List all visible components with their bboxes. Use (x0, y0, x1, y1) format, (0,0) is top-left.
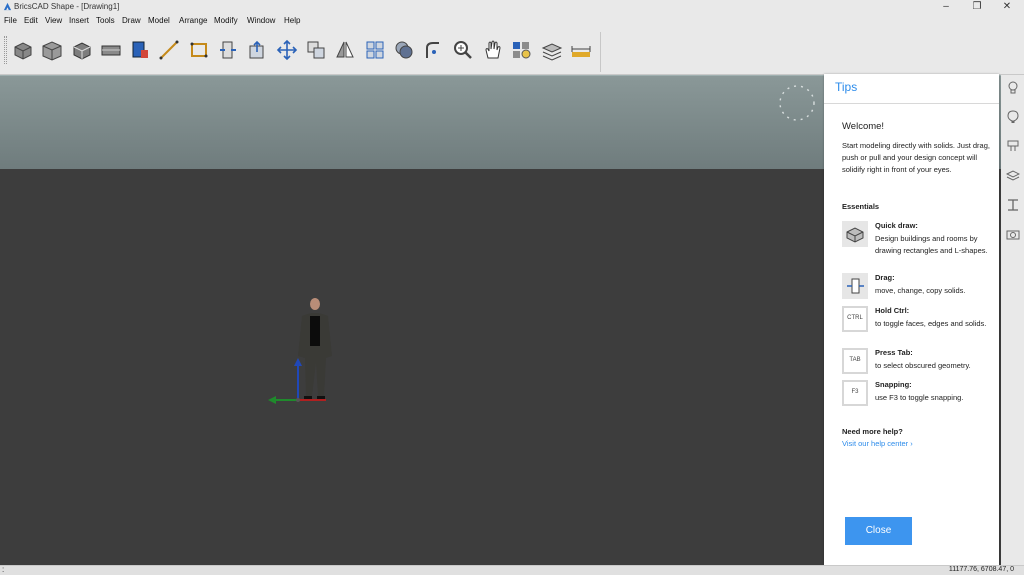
lightbulb-icon[interactable] (1006, 81, 1020, 95)
menu-window[interactable]: Window (247, 16, 275, 25)
tip-snapping: F3 Snapping: use F3 to toggle snapping. (842, 380, 992, 408)
menu-file[interactable]: File (4, 16, 17, 25)
layers-icon[interactable] (540, 38, 564, 62)
menu-edit[interactable]: Edit (24, 16, 38, 25)
drag-icon (842, 273, 868, 299)
tip-description: move, change, copy solids. (875, 286, 966, 295)
right-panel-bar (1001, 75, 1024, 565)
tips-panel: Tips Welcome! Start modeling directly wi… (824, 74, 999, 565)
quick-draw-icon (842, 221, 868, 247)
quick-draw-icon[interactable] (40, 38, 64, 62)
main-toolbar (0, 28, 1024, 75)
welcome-heading: Welcome! (842, 121, 885, 132)
tip-quick-draw: Quick draw: Design buildings and rooms b… (842, 221, 992, 267)
tip-heading: Press Tab: (875, 348, 913, 357)
divider (824, 103, 999, 104)
welcome-text: Start modeling directly with solids. Jus… (842, 141, 990, 174)
tab-key-icon: TAB (842, 348, 868, 374)
title-bar: BricsCAD Shape - [Drawing1] – ❐ ✕ (0, 0, 1024, 14)
tip-heading: Drag: (875, 273, 895, 282)
tip-description: to select obscured geometry. (875, 361, 971, 370)
tip-heading: Snapping: (875, 380, 912, 389)
tip-heading: Quick draw: (875, 221, 918, 230)
menu-model[interactable]: Model (148, 16, 170, 25)
help-center-link[interactable]: Visit our help center › (842, 439, 913, 448)
pan-icon[interactable] (481, 38, 505, 62)
minimize-button[interactable]: – (935, 1, 957, 13)
toolbar-grip[interactable] (4, 36, 7, 64)
menu-help[interactable]: Help (284, 16, 300, 25)
rectangle-icon[interactable] (187, 38, 211, 62)
window-title: BricsCAD Shape - [Drawing1] (14, 2, 120, 11)
menu-insert[interactable]: Insert (69, 16, 89, 25)
union-icon[interactable] (392, 38, 416, 62)
tip-drag: Drag: move, change, copy solids. (842, 273, 992, 301)
extrude-icon[interactable] (245, 38, 269, 62)
ucs-axis-icon (268, 358, 326, 404)
fillet-icon[interactable] (421, 38, 445, 62)
tip-heading: Hold Ctrl: (875, 306, 910, 315)
tip-description: use F3 to toggle snapping. (875, 393, 964, 402)
bricscad-logo-icon (3, 2, 12, 11)
zoom-icon[interactable] (451, 38, 475, 62)
component-library-icon[interactable] (1006, 139, 1020, 153)
layers-panel-icon[interactable] (1006, 169, 1020, 183)
key-label: CTRL (847, 315, 863, 321)
key-label: TAB (849, 357, 861, 363)
tip-hold-ctrl: CTRL Hold Ctrl: to toggle faces, edges a… (842, 306, 992, 342)
box-tool-icon[interactable] (11, 38, 35, 62)
tip-press-tab: TAB Press Tab: to select obscured geomet… (842, 348, 992, 376)
menu-modify[interactable]: Modify (214, 16, 238, 25)
ctrl-key-icon: CTRL (842, 306, 868, 332)
command-line-prompt[interactable]: : (2, 565, 4, 574)
menu-view[interactable]: View (45, 16, 62, 25)
array-icon[interactable] (363, 38, 387, 62)
help-heading: Need more help? (842, 427, 903, 436)
dimension-icon[interactable] (569, 38, 593, 62)
cursor-coordinates: 11177.76, 6708.47, 0 (948, 566, 1014, 573)
tip-description: Design buildings and rooms by drawing re… (875, 234, 988, 255)
essentials-heading: Essentials (842, 202, 880, 211)
close-window-button[interactable]: ✕ (996, 1, 1018, 13)
menu-draw[interactable]: Draw (122, 16, 141, 25)
menu-tools[interactable]: Tools (96, 16, 115, 25)
solid-icon[interactable] (70, 38, 94, 62)
component-icon[interactable] (128, 38, 152, 62)
close-button[interactable]: Close (845, 517, 912, 545)
wall-icon[interactable] (99, 38, 123, 62)
menu-arrange[interactable]: Arrange (179, 16, 207, 25)
key-label: F3 (851, 389, 859, 395)
tip-description: to toggle faces, edges and solids. (875, 319, 987, 328)
hot-air-balloon-icon[interactable] (1006, 110, 1020, 124)
move-icon[interactable] (275, 38, 299, 62)
status-bar: : 11177.76, 6708.47, 0 (0, 565, 1024, 575)
look-from-widget-icon[interactable] (777, 83, 817, 123)
mirror-icon[interactable] (333, 38, 357, 62)
maximize-button[interactable]: ❐ (966, 1, 988, 13)
push-pull-icon[interactable] (216, 38, 240, 62)
line-icon[interactable] (157, 38, 181, 62)
tips-title: Tips (835, 80, 858, 94)
menu-bar: File Edit View Insert Tools Draw Model A… (0, 14, 1024, 28)
copy-icon[interactable] (304, 38, 328, 62)
f3-key-icon: F3 (842, 380, 868, 406)
toolbar-separator (600, 32, 601, 72)
camera-icon[interactable] (1006, 227, 1020, 241)
section-icon[interactable] (1006, 198, 1020, 212)
materials-icon[interactable] (510, 38, 534, 62)
